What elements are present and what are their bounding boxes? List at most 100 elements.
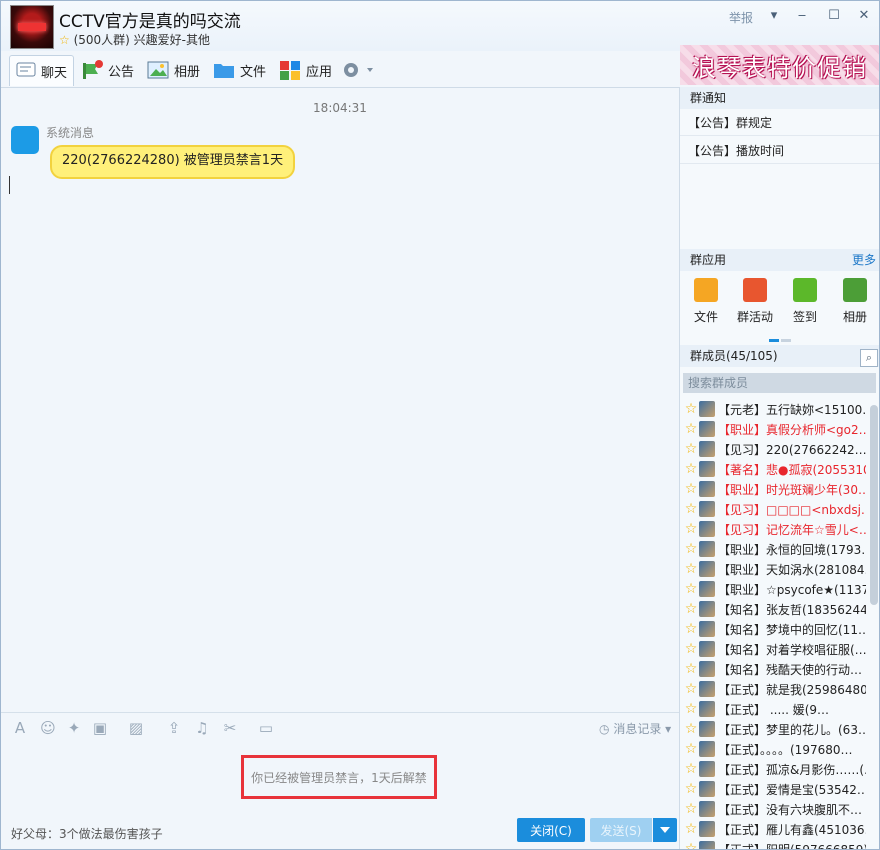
member-row[interactable]: ☆ 【正式】就是我(25986480… bbox=[680, 679, 866, 699]
member-name: 【职业】☆psycofe★(1137… bbox=[718, 582, 866, 597]
group-name[interactable]: CCTV官方是真的吗交流 bbox=[59, 7, 241, 32]
report-button[interactable]: 举报 bbox=[729, 9, 753, 26]
scissors-icon[interactable]: ✂ bbox=[221, 719, 239, 737]
level-star-icon: ☆ bbox=[684, 561, 698, 577]
font-icon[interactable]: A bbox=[11, 719, 29, 737]
member-row[interactable]: ☆ 【知名】梦境中的回忆(11… bbox=[680, 619, 866, 639]
notice-item[interactable]: 【公告】播放时间 bbox=[688, 142, 784, 159]
member-avatar bbox=[699, 681, 715, 697]
level-star-icon: ☆ bbox=[684, 661, 698, 677]
tab-apps[interactable]: 应用 bbox=[279, 55, 332, 85]
app-album[interactable]: 相册 bbox=[835, 278, 875, 325]
member-row[interactable]: ☆ 【正式】 ..... 媛(9… bbox=[680, 699, 866, 719]
member-avatar bbox=[699, 461, 715, 477]
music-icon[interactable]: ♫ bbox=[193, 719, 211, 737]
tab-announcement[interactable]: 公告 bbox=[81, 55, 134, 85]
tab-files[interactable]: 文件 bbox=[213, 55, 266, 85]
member-name: 【正式】雁儿有鑫(451036… bbox=[718, 822, 866, 837]
member-name: 【职业】时光斑斓少年(30… bbox=[718, 482, 866, 497]
member-row[interactable]: ☆ 【职业】真假分析师<go2… bbox=[680, 419, 866, 439]
more-apps-link[interactable]: 更多 bbox=[842, 249, 876, 271]
member-name: 【见习】记忆流年☆雪儿<… bbox=[718, 522, 866, 537]
folder-icon bbox=[214, 64, 234, 78]
close-button[interactable]: 关闭(C) bbox=[517, 818, 585, 842]
member-name: 【正式】没有六块腹肌不… bbox=[718, 802, 863, 817]
screen-icon[interactable]: ▭ bbox=[257, 719, 275, 737]
level-star-icon: ☆ bbox=[684, 401, 698, 417]
message-bubble: 220(2766224280) 被管理员禁言1天 bbox=[50, 145, 296, 179]
member-name: 【见习】□□□□<nbxdsj… bbox=[718, 502, 866, 517]
message-history-button[interactable]: ◷ 消息记录 ▾ bbox=[599, 720, 671, 737]
member-row[interactable]: ☆ 【著名】悲●孤寂(2055310… bbox=[680, 459, 866, 479]
maximize-icon[interactable]: ☐ bbox=[825, 7, 843, 25]
member-list[interactable]: ☆ 【元老】五行缺妳<15100… ☆ 【职业】真假分析师<go2… ☆ 【见习】220(… bbox=[680, 399, 866, 849]
level-star-icon: ☆ bbox=[684, 421, 698, 437]
apps-title: 群应用 bbox=[690, 253, 727, 267]
member-name: 【元老】五行缺妳<15100… bbox=[718, 402, 866, 417]
member-avatar bbox=[699, 621, 715, 637]
member-row[interactable]: ☆ 【元老】五行缺妳<15100… bbox=[680, 399, 866, 419]
message-history-label: 消息记录 bbox=[613, 722, 662, 736]
level-star-icon: ☆ bbox=[684, 841, 698, 849]
title-bar: CCTV官方是真的吗交流 ☆ (500人群) 兴趣爱好-其他 举报 ▾ ‒ ☐ … bbox=[1, 1, 879, 51]
member-search-input[interactable]: 搜索群成员 bbox=[683, 373, 876, 393]
app-label: 文件 bbox=[693, 310, 718, 324]
image-icon[interactable]: ▨ bbox=[127, 719, 145, 737]
close-icon[interactable]: ✕ bbox=[855, 7, 873, 25]
member-row[interactable]: ☆ 【职业】☆psycofe★(1137… bbox=[680, 579, 866, 599]
upload-icon[interactable]: ⇪ bbox=[165, 719, 183, 737]
app-checkin[interactable]: 签到 bbox=[785, 278, 825, 325]
settings-button[interactable] bbox=[341, 55, 380, 85]
minimize-icon[interactable]: ‒ bbox=[793, 7, 811, 25]
chat-area[interactable]: 18:04:31 系统消息 220(2766224280) 被管理员禁言1天 bbox=[1, 88, 679, 711]
member-row[interactable]: ☆ 【职业】时光斑斓少年(30… bbox=[680, 479, 866, 499]
message-timestamp: 18:04:31 bbox=[313, 101, 367, 115]
member-row[interactable]: ☆ 【正式】雁儿有鑫(451036… bbox=[680, 819, 866, 839]
members-header: 群成员(45/105) bbox=[680, 345, 879, 367]
member-name: 【知名】张友哲(18356244… bbox=[718, 602, 866, 617]
tab-files-label: 文件 bbox=[240, 64, 267, 80]
member-row[interactable]: ☆ 【见习】220(27662242… bbox=[680, 439, 866, 459]
member-row[interactable]: ☆ 【正式】孤凉&月影伤……(… bbox=[680, 759, 866, 779]
member-row[interactable]: ☆ 【职业】永恒的回境(1793… bbox=[680, 539, 866, 559]
member-row[interactable]: ☆ 【见习】记忆流年☆雪儿<… bbox=[680, 519, 866, 539]
gear-icon bbox=[344, 63, 373, 77]
send-button[interactable]: 发送(S) bbox=[590, 818, 652, 842]
member-name: 【正式】 ..... 媛(9… bbox=[718, 702, 830, 717]
member-row[interactable]: ☆ 【知名】对着学校唱征服(… bbox=[680, 639, 866, 659]
notice-header: 群通知 bbox=[680, 87, 879, 109]
member-row[interactable]: ☆ 【正式】。。。。(197680… bbox=[680, 739, 866, 759]
member-avatar bbox=[699, 601, 715, 617]
search-icon[interactable]: ⌕ bbox=[860, 349, 878, 367]
app-activity[interactable]: 群活动 bbox=[735, 278, 775, 325]
apps-pager[interactable] bbox=[769, 331, 793, 342]
app-files[interactable]: 文件 bbox=[686, 278, 726, 325]
emoji-icon[interactable]: ☺ bbox=[39, 719, 57, 737]
member-name: 【正式】就是我(25986480… bbox=[718, 682, 866, 697]
level-star-icon: ☆ bbox=[684, 601, 698, 617]
tab-album[interactable]: 相册 bbox=[147, 55, 200, 85]
group-avatar[interactable] bbox=[10, 5, 54, 49]
tab-chat[interactable]: 聊天 bbox=[9, 55, 75, 86]
ad-banner[interactable]: 浪琴表特价促销 bbox=[680, 45, 879, 85]
message-sender: 系统消息 bbox=[46, 126, 95, 140]
member-row[interactable]: ☆ 【见习】□□□□<nbxdsj… bbox=[680, 499, 866, 519]
tip-link[interactable]: 好父母：3个做法最伤害孩子 bbox=[11, 825, 163, 842]
group-toolbar: 聊天 公告 相册 文件 应用 bbox=[1, 51, 679, 88]
member-row[interactable]: ☆ 【职业】天如涡水(281084… bbox=[680, 559, 866, 579]
member-row[interactable]: ☆ 【知名】张友哲(18356244… bbox=[680, 599, 866, 619]
member-row[interactable]: ☆ 【正式】爱情是宝(53542… bbox=[680, 779, 866, 799]
level-star-icon: ☆ bbox=[684, 801, 698, 817]
notice-item[interactable]: 【公告】群规定 bbox=[688, 114, 772, 131]
member-row[interactable]: ☆ 【正式】没有六块腹肌不… bbox=[680, 799, 866, 819]
gift-icon[interactable]: ▣ bbox=[91, 719, 109, 737]
magic-icon[interactable]: ✦ bbox=[65, 719, 83, 737]
member-row[interactable]: ☆ 【知名】残酷天使的行动… bbox=[680, 659, 866, 679]
dropdown-icon[interactable]: ▾ bbox=[765, 7, 783, 25]
app-label: 相册 bbox=[842, 310, 867, 324]
send-options-button[interactable] bbox=[653, 818, 677, 842]
member-list-scrollbar[interactable] bbox=[870, 405, 878, 605]
member-row[interactable]: ☆ 【正式】梦里的花儿。(63… bbox=[680, 719, 866, 739]
member-row[interactable]: ☆ 【正式】阳明(597666859) bbox=[680, 839, 866, 849]
member-avatar bbox=[699, 821, 715, 837]
